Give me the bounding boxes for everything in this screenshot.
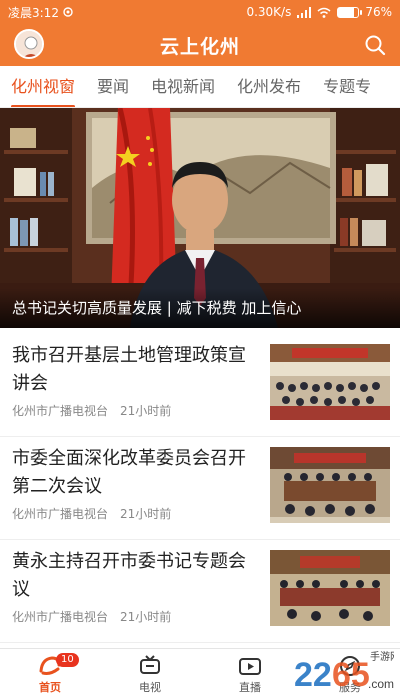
nav-home[interactable]: 10 首页 bbox=[0, 649, 100, 700]
category-tabs: 化州视窗 要闻 电视新闻 化州发布 专题专 bbox=[0, 66, 400, 108]
news-meta: 化州市广播电视台 21小时前 bbox=[12, 402, 171, 419]
news-item[interactable]: 黄永主持召开市委书记专题会议 化州市广播电视台 21小时前 bbox=[0, 540, 400, 643]
news-title: 我市召开基层土地管理政策宣讲会 bbox=[12, 345, 246, 394]
news-time: 21小时前 bbox=[120, 507, 172, 521]
app-header: 云上化州 bbox=[0, 24, 400, 66]
news-title: 市委全面深化改革委员会召开第二次会议 bbox=[12, 448, 246, 497]
home-badge: 10 bbox=[56, 653, 79, 667]
tab-headlines[interactable]: 要闻 bbox=[86, 66, 140, 107]
news-list: 我市召开基层土地管理政策宣讲会 化州市广播电视台 21小时前 市委全面深化改革委… bbox=[0, 334, 400, 643]
nav-live-label: 直播 bbox=[239, 681, 261, 694]
tab-huazhou-window[interactable]: 化州视窗 bbox=[0, 66, 86, 107]
search-icon bbox=[365, 35, 386, 56]
watermark-logo: 22 65 手游网 .com bbox=[290, 646, 400, 700]
news-time: 21小时前 bbox=[120, 404, 172, 418]
news-meta: 化州市广播电视台 21小时前 bbox=[12, 608, 171, 625]
news-item[interactable]: 我市召开基层土地管理政策宣讲会 化州市广播电视台 21小时前 bbox=[0, 334, 400, 437]
tv-icon bbox=[140, 655, 160, 674]
svg-text:65: 65 bbox=[332, 656, 370, 694]
news-thumbnail bbox=[270, 447, 390, 523]
search-button[interactable] bbox=[362, 32, 388, 58]
status-time: 凌晨3:12 bbox=[8, 5, 59, 20]
tab-special[interactable]: 专题专 bbox=[312, 66, 382, 107]
news-thumbnail bbox=[270, 344, 390, 420]
nav-live[interactable]: 直播 bbox=[200, 649, 300, 700]
tab-tv-news[interactable]: 电视新闻 bbox=[140, 66, 226, 107]
news-source: 化州市广播电视台 bbox=[12, 507, 109, 521]
app-title: 云上化州 bbox=[159, 35, 240, 58]
nav-tv[interactable]: 电视 bbox=[100, 649, 200, 700]
news-time: 21小时前 bbox=[120, 610, 172, 624]
notification-icon bbox=[63, 7, 73, 17]
avatar[interactable] bbox=[14, 29, 44, 59]
news-source: 化州市广播电视台 bbox=[12, 404, 109, 418]
news-source: 化州市广播电视台 bbox=[12, 610, 109, 624]
battery-icon bbox=[337, 6, 363, 18]
live-icon bbox=[239, 658, 261, 675]
news-item[interactable]: 市委全面深化改革委员会召开第二次会议 化州市广播电视台 21小时前 bbox=[0, 437, 400, 540]
nav-tv-label: 电视 bbox=[139, 681, 161, 694]
tab-huazhou-release[interactable]: 化州发布 bbox=[226, 66, 312, 107]
hero-banner[interactable]: 总书记关切高质量发展 | 减下税费 加上信心 bbox=[0, 108, 400, 328]
status-bar: 凌晨3:12 0.30K/s 76% bbox=[0, 0, 400, 24]
svg-text:22: 22 bbox=[294, 656, 332, 694]
nav-home-label: 首页 bbox=[39, 681, 61, 694]
svg-text:手游网: 手游网 bbox=[370, 650, 394, 663]
hero-caption: 总书记关切高质量发展 | 减下税费 加上信心 bbox=[0, 288, 400, 328]
signal-icon bbox=[297, 6, 312, 18]
battery-percent: 76% bbox=[365, 5, 392, 19]
svg-text:.com: .com bbox=[368, 677, 394, 691]
news-thumbnail bbox=[270, 550, 390, 626]
wifi-icon bbox=[317, 7, 331, 18]
news-meta: 化州市广播电视台 21小时前 bbox=[12, 505, 171, 522]
battery-fill bbox=[338, 7, 354, 17]
net-speed: 0.30K/s bbox=[246, 5, 292, 19]
news-title: 黄永主持召开市委书记专题会议 bbox=[12, 551, 246, 600]
